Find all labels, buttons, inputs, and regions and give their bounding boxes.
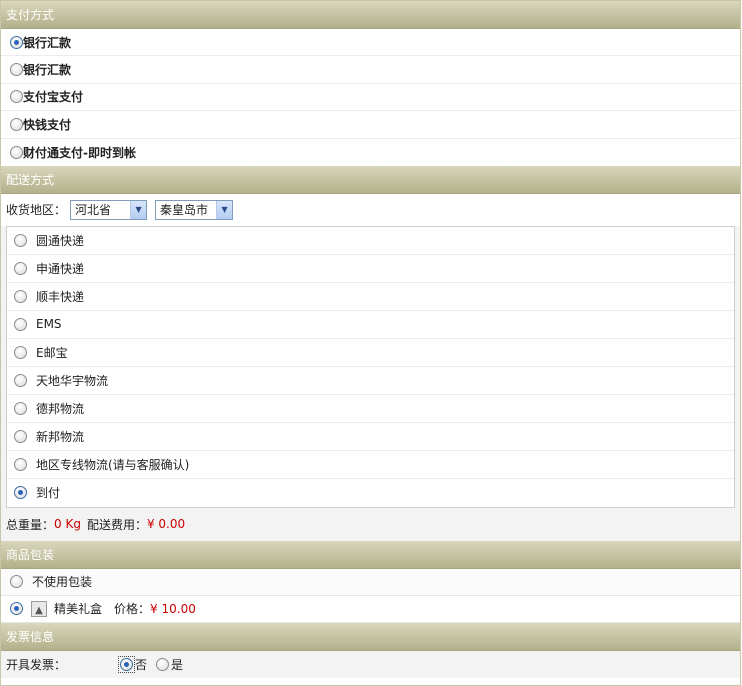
shipping-option-label: 德邦物流 [36,401,85,416]
gift-label: 精美礼盒 [54,602,103,617]
payment-option-label: 银行汇款 [23,35,72,50]
shipping-option[interactable]: E邮宝 [7,339,734,367]
packaging-option-none[interactable]: 不使用包装 [1,568,740,596]
invoice-no-focus[interactable] [118,655,136,673]
payment-option[interactable]: 银行汇款 [1,29,740,57]
payment-option[interactable]: 财付通支付-即时到帐 [1,139,740,166]
region-label: 收货地区： [6,203,67,218]
price-label: 价格： [114,602,151,617]
province-select-value: 河北省 [75,203,112,218]
shipping-option[interactable]: 新邦物流 [7,423,734,451]
shipping-radio[interactable] [14,261,27,275]
shipping-option-label: 圆通快递 [36,233,85,248]
shipping-option[interactable]: 德邦物流 [7,395,734,423]
shipping-section-header: 配送方式 [1,165,740,194]
packaging-none-label: 不使用包装 [32,575,93,590]
price-value: ¥ 10.00 [150,601,196,616]
invoice-radio-yes[interactable] [156,657,170,671]
payment-option-label: 银行汇款 [23,63,72,78]
shipping-radio[interactable] [14,457,27,471]
shipping-radio[interactable] [14,317,27,331]
shipping-option-label: 顺丰快递 [36,289,85,304]
shipping-option-label: 到付 [36,486,61,501]
chevron-down-icon[interactable]: ▼ [216,200,233,219]
shipping-options-list: 圆通快递 申通快递 顺丰快递 EMS E邮宝 天地华宇物流 德邦物流 新邦物流 … [6,225,735,508]
shipping-option[interactable]: EMS [7,311,734,339]
checkout-form: 支付方式 银行汇款 银行汇款 支付宝支付 快钱支付 财付通支付-即时到帐 配送方… [0,0,741,686]
shipping-option[interactable]: 申通快递 [7,255,734,283]
payment-option-label: 财付通支付-即时到帐 [23,145,136,160]
fee-label: 配送费用： [86,517,147,532]
shipping-option[interactable]: 顺丰快递 [7,283,734,311]
invoice-label: 开具发票： [6,657,67,672]
payment-option[interactable]: 快钱支付 [1,111,740,139]
shipping-option[interactable]: 圆通快递 [7,227,734,255]
payment-radio-4[interactable] [10,145,23,159]
payment-radio-0[interactable] [10,35,23,49]
shipping-option[interactable]: 地区专线物流(请与客服确认) [7,451,734,479]
province-select[interactable]: 河北省 ▼ [70,199,148,220]
weight-value: 0 Kg [54,517,81,532]
shipping-option-label: 申通快递 [36,261,85,276]
packaging-radio-gift[interactable] [10,602,23,616]
shipping-radio[interactable] [14,373,27,387]
weight-label: 总重量： [6,517,55,532]
region-row: 收货地区： 河北省 ▼ 秦皇岛市 ▼ [1,193,740,226]
city-select[interactable]: 秦皇岛市 ▼ [155,199,234,220]
payment-radio-2[interactable] [10,90,23,104]
shipping-radio[interactable] [14,289,27,303]
shipping-option-label: E邮宝 [36,345,68,360]
chevron-down-icon[interactable]: ▼ [130,200,147,219]
shipping-option[interactable]: 到付 [7,479,734,507]
shipping-option-label: EMS [36,317,62,332]
packaging-radio-none[interactable] [10,575,23,589]
shipping-radio[interactable] [14,486,27,500]
gift-box-icon[interactable]: ▲ [31,600,47,617]
invoice-row: 开具发票： 否 是 [1,650,740,678]
payment-option[interactable]: 支付宝支付 [1,84,740,112]
shipping-section: 收货地区： 河北省 ▼ 秦皇岛市 ▼ 圆通快递 申通快递 顺丰快递 EMS E邮… [1,193,740,541]
fee-value: ¥ 0.00 [146,517,186,532]
payment-option[interactable]: 银行汇款 [1,56,740,84]
shipping-option[interactable]: 天地华宇物流 [7,367,734,395]
payment-options-list: 银行汇款 银行汇款 支付宝支付 快钱支付 财付通支付-即时到帐 [1,29,740,166]
payment-section-header: 支付方式 [1,1,740,29]
payment-option-label: 快钱支付 [23,117,72,132]
shipping-radio[interactable] [14,401,27,415]
packaging-option-gift[interactable]: ▲ 精美礼盒 价格： ¥ 10.00 [1,595,740,623]
shipping-option-label: 地区专线物流(请与客服确认) [36,457,190,472]
packaging-options: 不使用包装 ▲ 精美礼盒 价格： ¥ 10.00 [1,568,740,623]
payment-option-label: 支付宝支付 [23,90,84,105]
payment-radio-3[interactable] [10,117,23,131]
invoice-options: 否 是 [118,655,184,673]
payment-radio-1[interactable] [10,63,23,77]
city-select-value: 秦皇岛市 [160,203,209,218]
shipping-radio[interactable] [14,345,27,359]
shipping-option-label: 天地华宇物流 [36,373,109,388]
invoice-yes-label: 是 [171,657,184,672]
shipping-option-label: 新邦物流 [36,429,85,444]
invoice-section-header: 发票信息 [1,622,740,651]
invoice-no-label: 否 [135,657,148,672]
shipping-radio[interactable] [14,233,27,247]
shipping-summary: 总重量： 0 Kg 配送费用： ¥ 0.00 [1,507,740,541]
packaging-section-header: 商品包装 [1,540,740,569]
shipping-radio[interactable] [14,429,27,443]
invoice-radio-no[interactable] [120,657,134,671]
